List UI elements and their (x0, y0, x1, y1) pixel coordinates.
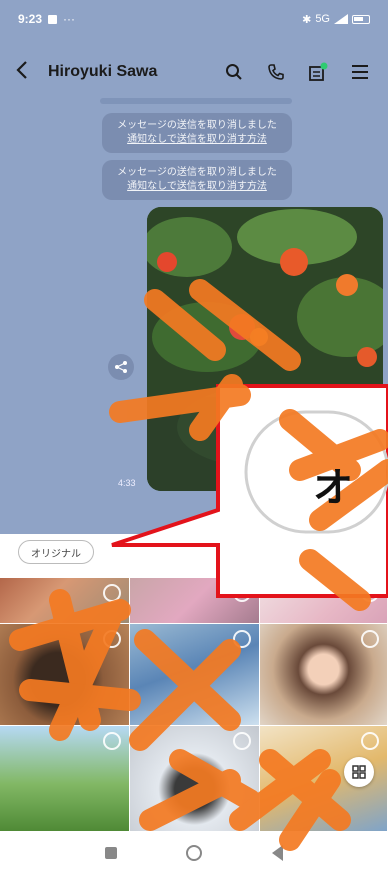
divider (100, 98, 292, 104)
system-nav-bar (0, 832, 388, 874)
photo-thumbnail[interactable] (0, 578, 130, 624)
photo-image (147, 207, 383, 491)
grid-view-button[interactable] (344, 757, 374, 787)
chat-area: 9:23 ··· ✱ 5G Hiroyuki Sawa メッセージの送信を取り消… (0, 0, 388, 534)
select-circle-icon[interactable] (103, 630, 121, 648)
select-circle-icon[interactable] (103, 584, 121, 602)
status-time: 9:23 (18, 12, 43, 26)
back-nav-icon[interactable] (272, 845, 284, 861)
header-actions (222, 60, 372, 84)
callout-text: オ (313, 466, 353, 510)
photo-thumbnail[interactable] (0, 624, 130, 726)
select-circle-icon[interactable] (103, 732, 121, 750)
system-message-text: メッセージの送信を取り消しました (117, 167, 277, 178)
photo-thumbnail[interactable] (130, 726, 260, 832)
notification-icon (48, 14, 58, 24)
network-label: 5G (315, 13, 330, 25)
system-message-link[interactable]: 通知なしで送信を取り消す方法 (108, 180, 286, 194)
select-circle-icon[interactable] (233, 732, 251, 750)
photo-thumbnail[interactable] (0, 726, 130, 832)
system-message-link[interactable]: 通知なしで送信を取り消す方法 (108, 133, 286, 147)
grid-icon (352, 765, 366, 779)
home-icon[interactable] (186, 845, 203, 861)
recents-icon[interactable] (104, 847, 117, 859)
original-quality-button[interactable]: オリジナル (18, 540, 94, 564)
system-message-text: メッセージの送信を取り消しました (117, 120, 277, 131)
back-icon[interactable] (16, 59, 38, 85)
photo-thumbnail[interactable] (130, 578, 260, 624)
system-message: メッセージの送信を取り消しました 通知なしで送信を取り消す方法 (102, 160, 292, 200)
battery-icon (352, 14, 370, 24)
signal-icon (334, 14, 348, 24)
status-more: ··· (63, 12, 76, 26)
photo-thumbnail[interactable] (130, 624, 260, 726)
call-icon[interactable] (264, 60, 288, 84)
search-icon[interactable] (222, 60, 246, 84)
status-bar: 9:23 ··· ✱ 5G (0, 0, 388, 38)
notes-icon[interactable] (306, 60, 330, 84)
contact-name: Hiroyuki Sawa (48, 63, 158, 80)
photo-message[interactable] (147, 207, 383, 491)
select-circle-icon[interactable] (361, 732, 379, 750)
select-circle-icon[interactable] (233, 584, 251, 602)
photo-thumbnail[interactable] (260, 624, 388, 726)
bluetooth-icon: ✱ (302, 13, 312, 26)
share-button[interactable] (108, 354, 134, 380)
select-circle-icon[interactable] (361, 630, 379, 648)
message-time: 4:33 (118, 478, 136, 488)
menu-icon[interactable] (348, 60, 372, 84)
select-circle-icon[interactable] (233, 630, 251, 648)
system-message: メッセージの送信を取り消しました 通知なしで送信を取り消す方法 (102, 113, 292, 153)
status-right: ✱ 5G (302, 13, 370, 26)
photo-thumbnail[interactable] (260, 578, 388, 624)
select-circle-icon[interactable] (361, 584, 379, 602)
chat-header: Hiroyuki Sawa (0, 50, 388, 94)
photo-grid (0, 578, 388, 832)
